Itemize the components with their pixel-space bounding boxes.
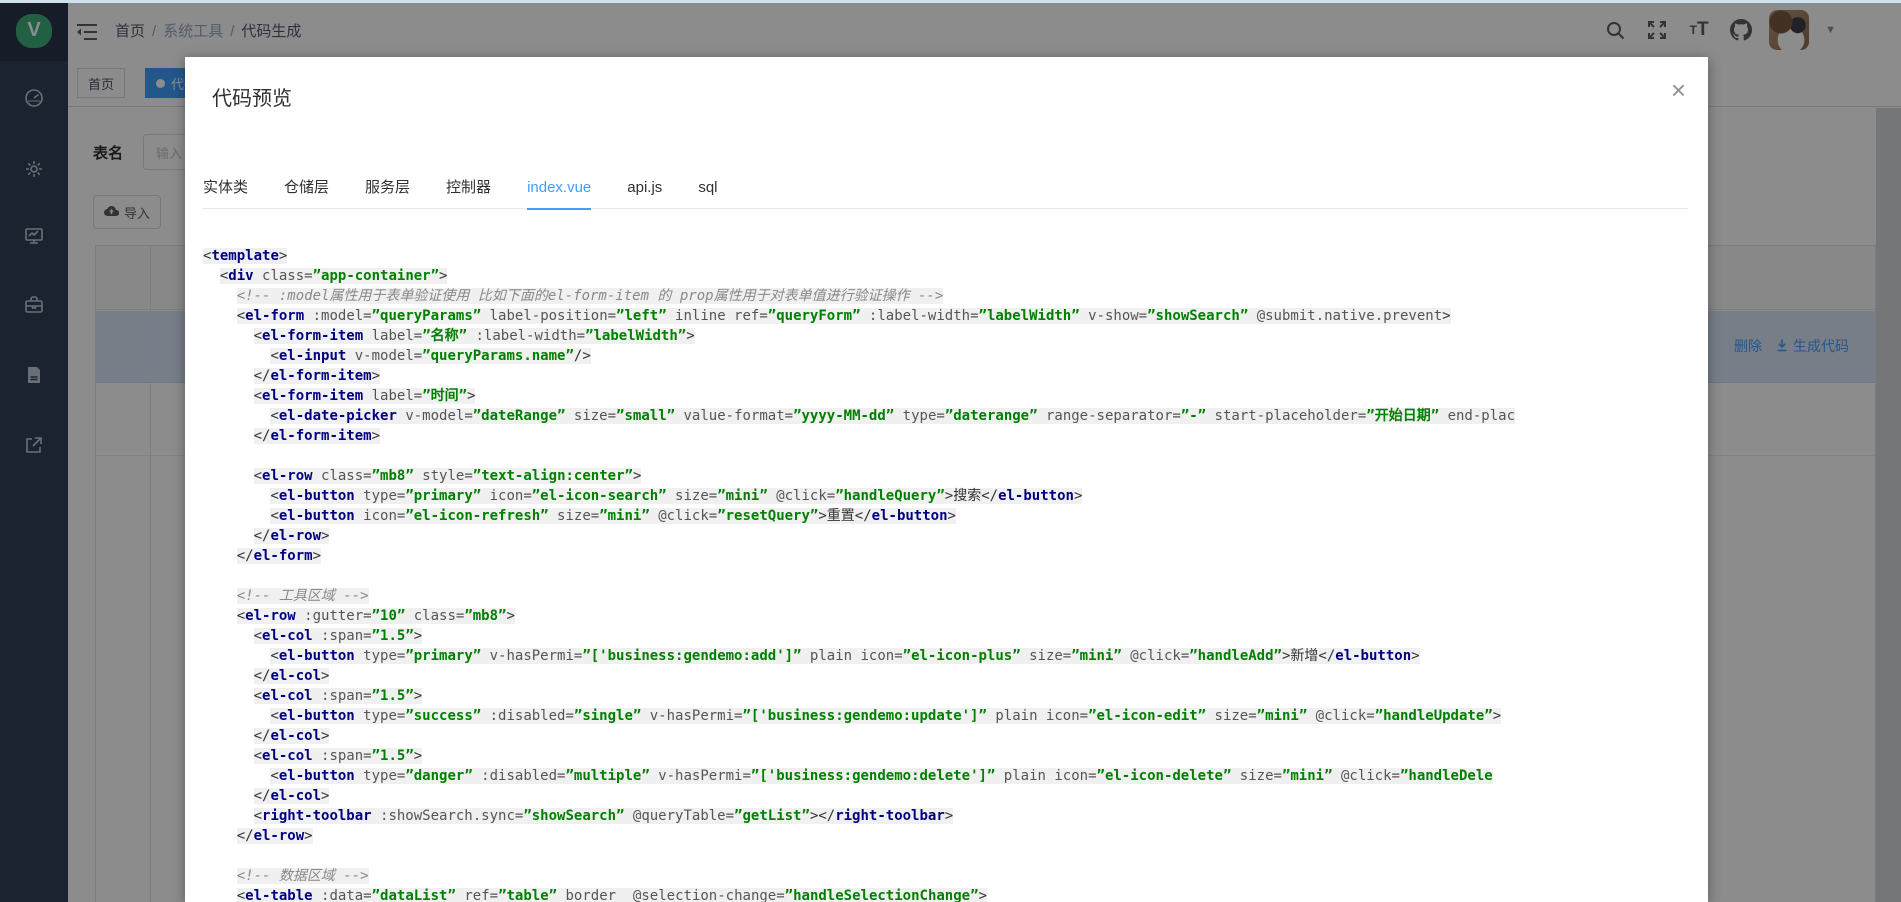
code-line: <right-toolbar :showSearch.sync=”showSea…: [203, 806, 1708, 826]
code-line: <!-- 数据区域 -->: [203, 866, 1708, 886]
tab-index-vue[interactable]: index.vue: [527, 169, 591, 209]
dialog-title: 代码预览: [212, 82, 292, 111]
code-line: <el-button type=”success” :disabled=”sin…: [203, 706, 1708, 726]
tab-controller[interactable]: 控制器: [446, 169, 491, 209]
code-line: <el-col :span=”1.5”>: [203, 746, 1708, 766]
code-line: <el-form-item label=”名称” :label-width=”l…: [203, 326, 1708, 346]
code-line: <el-table :data=”dataList” ref=”table” b…: [203, 886, 1708, 902]
code-line: </el-form>: [203, 546, 1708, 566]
code-line: </el-form-item>: [203, 366, 1708, 386]
code-line: </el-col>: [203, 726, 1708, 746]
code-preview-dialog: 代码预览 × 实体类 仓储层 服务层 控制器 index.vue api.js …: [185, 57, 1708, 902]
code-line: <el-row class=”mb8” style=”text-align:ce…: [203, 466, 1708, 486]
code-line: <el-row :gutter=”10” class=”mb8”>: [203, 606, 1708, 626]
tab-sql[interactable]: sql: [698, 169, 717, 209]
code-line: <template>: [203, 246, 1708, 266]
code-block: <template> <div class=”app-container”> <…: [185, 246, 1708, 902]
code-line: <el-button type=”primary” icon=”el-icon-…: [203, 486, 1708, 506]
code-line: <el-form-item label=”时间”>: [203, 386, 1708, 406]
tab-repository[interactable]: 仓储层: [284, 169, 329, 209]
code-line: <div class=”app-container”>: [203, 266, 1708, 286]
code-tabs: 实体类 仓储层 服务层 控制器 index.vue api.js sql: [203, 169, 1688, 209]
code-line: [203, 566, 1708, 586]
code-line: <el-button icon=”el-icon-refresh” size=”…: [203, 506, 1708, 526]
code-line: <el-date-picker v-model=”dateRange” size…: [203, 406, 1708, 426]
code-line: </el-col>: [203, 786, 1708, 806]
code-line: <el-input v-model=”queryParams.name”/>: [203, 346, 1708, 366]
code-line: </el-form-item>: [203, 426, 1708, 446]
code-line: </el-row>: [203, 826, 1708, 846]
browser-top-edge: [0, 0, 1901, 3]
tab-service[interactable]: 服务层: [365, 169, 410, 209]
code-line: <!-- 工具区域 -->: [203, 586, 1708, 606]
code-line: <el-button type=”danger” :disabled=”mult…: [203, 766, 1708, 786]
code-line: </el-row>: [203, 526, 1708, 546]
tab-api-js[interactable]: api.js: [627, 169, 662, 209]
code-line: [203, 446, 1708, 466]
code-line: <el-col :span=”1.5”>: [203, 626, 1708, 646]
close-icon[interactable]: ×: [1671, 77, 1686, 103]
code-line: </el-col>: [203, 666, 1708, 686]
code-line: <el-col :span=”1.5”>: [203, 686, 1708, 706]
code-line: <el-form :model=”queryParams” label-posi…: [203, 306, 1708, 326]
code-line: <el-button type=”primary” v-hasPermi=”['…: [203, 646, 1708, 666]
code-line: <!-- :model属性用于表单验证使用 比如下面的el-form-item …: [203, 286, 1708, 306]
code-line: [203, 846, 1708, 866]
tab-entity[interactable]: 实体类: [203, 169, 248, 209]
